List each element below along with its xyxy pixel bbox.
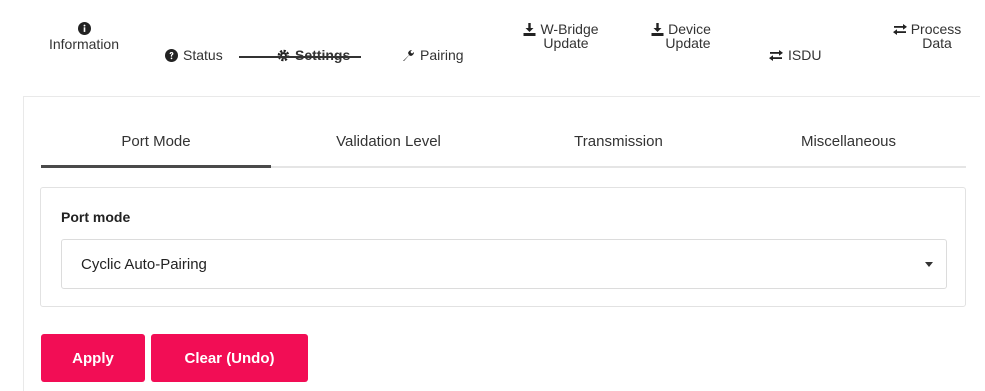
nav-information[interactable]: Information [34, 22, 134, 80]
nav-pairing-label: Pairing [420, 47, 464, 63]
subtab-validation-level-label: Validation Level [336, 133, 441, 150]
content-top-border [24, 96, 980, 97]
nav-active-underline [239, 56, 361, 58]
exchange-arrows-icon [769, 49, 783, 61]
nav-pairing[interactable]: Pairing [402, 32, 487, 78]
port-mode-selected-value: Cyclic Auto-Pairing [81, 255, 207, 273]
nav-wbridge-update-label-1: W-Bridge [540, 21, 599, 37]
subtab-active-underline [41, 165, 271, 168]
nav-status[interactable]: Status [165, 32, 245, 78]
nav-settings[interactable]: Settings [277, 32, 377, 78]
nav-wbridge-update-label-2: Update [543, 35, 589, 51]
nav-information-label: Information [48, 36, 120, 52]
settings-page: Information Status Settings Pairing W-Br… [0, 0, 985, 391]
clear-undo-button[interactable]: Clear (Undo) [151, 334, 308, 382]
subtab-validation-level[interactable]: Validation Level [271, 125, 506, 165]
nav-device-update-first-line: Device [651, 22, 711, 36]
top-navigation: Information Status Settings Pairing W-Br… [24, 22, 979, 80]
nav-process-data[interactable]: Process Data [879, 22, 975, 80]
wrench-icon [402, 49, 415, 62]
gear-icon [277, 49, 290, 62]
nav-isdu-label: ISDU [788, 47, 822, 63]
subtab-miscellaneous[interactable]: Miscellaneous [731, 125, 966, 165]
exchange-arrows-icon [892, 23, 907, 35]
info-circle-icon [77, 22, 91, 35]
nav-device-update[interactable]: Device Update [636, 22, 726, 80]
nav-process-data-first-line: Process [892, 21, 962, 37]
download-icon [651, 22, 664, 36]
nav-status-label: Status [183, 47, 223, 63]
caret-down-icon [925, 262, 933, 267]
nav-isdu[interactable]: ISDU [769, 32, 844, 78]
port-mode-select[interactable]: Cyclic Auto-Pairing [61, 239, 947, 289]
download-icon [523, 22, 536, 36]
nav-device-update-label-1: Device [668, 21, 711, 37]
subtab-transmission-label: Transmission [574, 133, 663, 150]
nav-wbridge-update-first-line: W-Bridge [523, 21, 599, 37]
subtab-port-mode-label: Port Mode [121, 133, 191, 150]
settings-subtabs: Port Mode Validation Level Transmission … [41, 125, 966, 169]
subtab-miscellaneous-label: Miscellaneous [800, 133, 897, 150]
nav-process-data-label-2: Data [922, 35, 952, 51]
content-left-border [23, 96, 24, 391]
apply-button[interactable]: Apply [41, 334, 145, 382]
subtab-port-mode[interactable]: Port Mode [41, 125, 271, 165]
port-mode-panel: Port mode Cyclic Auto-Pairing [40, 187, 966, 307]
question-circle-icon [165, 48, 178, 62]
nav-process-data-label-1: Process [910, 21, 962, 37]
nav-settings-label: Settings [295, 47, 351, 63]
subtab-transmission[interactable]: Transmission [506, 125, 731, 165]
nav-device-update-label-2: Update [665, 35, 711, 51]
port-mode-label: Port mode [61, 209, 131, 225]
nav-wbridge-update[interactable]: W-Bridge Update [511, 22, 611, 80]
